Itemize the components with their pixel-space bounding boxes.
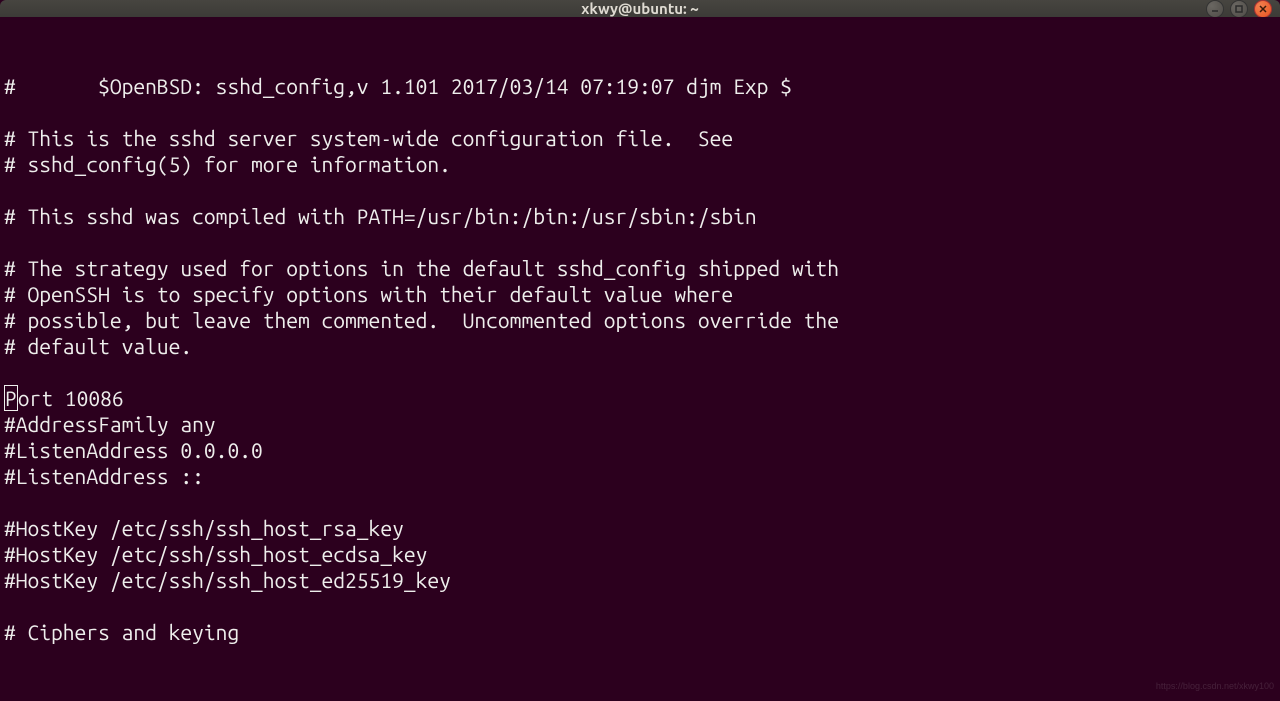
terminal-line: # possible, but leave them commented. Un…: [4, 307, 1276, 333]
terminal-line: # This is the sshd server system-wide co…: [4, 125, 1276, 151]
terminal-line: [4, 489, 1276, 515]
terminal-line: # OpenSSH is to specify options with the…: [4, 281, 1276, 307]
window-title: xkwy@ubuntu: ~: [581, 0, 699, 17]
terminal-body[interactable]: # $OpenBSD: sshd_config,v 1.101 2017/03/…: [0, 17, 1280, 701]
terminal-line: #ListenAddress 0.0.0.0: [4, 437, 1276, 463]
close-button[interactable]: [1254, 0, 1272, 18]
terminal-line: #AddressFamily any: [4, 411, 1276, 437]
terminal-line: [4, 177, 1276, 203]
terminal-line: # The strategy used for options in the d…: [4, 255, 1276, 281]
maximize-icon: [1234, 4, 1244, 14]
titlebar[interactable]: xkwy@ubuntu: ~: [0, 0, 1280, 17]
close-icon: [1258, 4, 1268, 14]
terminal-line: # $OpenBSD: sshd_config,v 1.101 2017/03/…: [4, 73, 1276, 99]
terminal-line: #HostKey /etc/ssh/ssh_host_rsa_key: [4, 515, 1276, 541]
terminal-line: # Ciphers and keying: [4, 619, 1276, 645]
terminal-line: # This sshd was compiled with PATH=/usr/…: [4, 203, 1276, 229]
watermark: https://blog.csdn.net/xkwy100: [1156, 673, 1274, 699]
window-controls: [1206, 0, 1272, 18]
terminal-line: # default value.: [4, 333, 1276, 359]
terminal-line: [4, 99, 1276, 125]
minimize-button[interactable]: [1206, 0, 1224, 18]
terminal-line: # sshd_config(5) for more information.: [4, 151, 1276, 177]
terminal-window: xkwy@ubuntu: ~ # $OpenBSD: sshd_config,v…: [0, 0, 1280, 612]
maximize-button[interactable]: [1230, 0, 1248, 18]
text-cursor: P: [4, 385, 18, 411]
terminal-line: #HostKey /etc/ssh/ssh_host_ed25519_key: [4, 567, 1276, 593]
terminal-line: [4, 229, 1276, 255]
terminal-line: Port 10086: [4, 385, 1276, 411]
terminal-line: #HostKey /etc/ssh/ssh_host_ecdsa_key: [4, 541, 1276, 567]
minimize-icon: [1210, 4, 1220, 14]
terminal-line: #ListenAddress ::: [4, 463, 1276, 489]
terminal-line: [4, 593, 1276, 619]
terminal-line: [4, 359, 1276, 385]
